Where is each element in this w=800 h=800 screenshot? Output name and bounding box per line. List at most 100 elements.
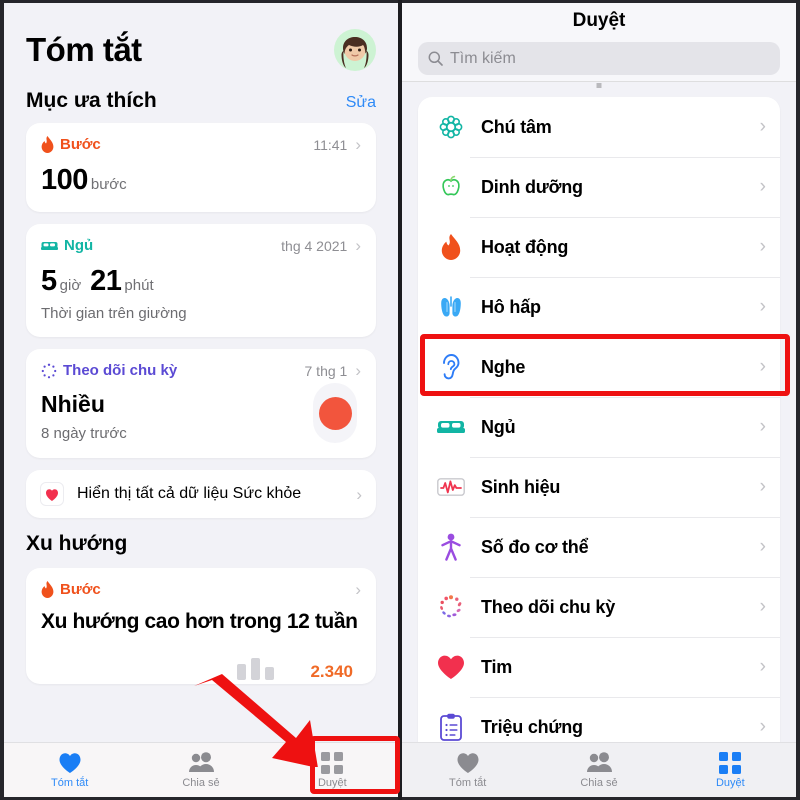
tab-summary[interactable]: Tóm tắt xyxy=(4,743,135,797)
list-item-label: Hoạt động xyxy=(481,236,569,257)
page-title: Tóm tắt xyxy=(26,31,142,68)
browse-category-list: Chú tâm › Dinh dưỡng › Hoạt động › Hô hấ… xyxy=(418,97,780,742)
list-item-activity[interactable]: Hoạt động › xyxy=(418,217,780,277)
browse-title: Duyệt xyxy=(572,10,626,31)
show-all-health-data-row[interactable]: Hiển thị tất cả dữ liệu Sức khỏe › xyxy=(26,470,376,518)
list-item-label: Hô hấp xyxy=(481,296,541,317)
avatar[interactable] xyxy=(334,29,376,71)
list-item-body-measurements[interactable]: Số đo cơ thể › xyxy=(418,517,780,577)
cycle-icon xyxy=(41,363,57,378)
list-item-sleep[interactable]: Ngủ › xyxy=(418,397,780,457)
sleep-minutes-unit: phút xyxy=(124,277,154,294)
show-all-health-data-label: Hiển thị tất cả dữ liệu Sức khỏe xyxy=(77,485,302,502)
steps-card[interactable]: Bước 11:41 › 100 bước xyxy=(26,123,376,212)
trend-card-header: Bước › xyxy=(41,581,361,598)
sleep-minutes-value: 21 xyxy=(90,265,122,297)
sleep-category: Ngủ xyxy=(41,237,93,254)
summary-scroll-area[interactable]: Tóm tắt Mục ưa thích Sửa Bước 11:41 › 10… xyxy=(4,3,398,742)
list-item-respiratory[interactable]: Hô hấp › xyxy=(418,277,780,337)
sleep-card-header: Ngủ thg 4 2021 › xyxy=(41,237,361,254)
apple-icon xyxy=(436,174,465,200)
people-icon xyxy=(586,751,612,772)
search-input[interactable]: Tìm kiếm xyxy=(418,42,780,75)
sleep-timestamp: thg 4 2021 xyxy=(281,237,348,254)
list-item-hearing[interactable]: Nghe › xyxy=(418,337,780,397)
bed-icon xyxy=(41,241,58,250)
heart-icon xyxy=(457,752,479,773)
sleep-metric: 5 giờ 21 phút xyxy=(41,265,361,298)
cycle-value: Nhiều xyxy=(41,390,105,417)
tab-sharing[interactable]: Chia sẻ xyxy=(533,743,664,797)
mindfulness-icon xyxy=(436,114,465,140)
list-item-symptoms[interactable]: Triệu chứng › xyxy=(418,697,780,742)
cycle-category-label: Theo dõi chu kỳ xyxy=(63,362,178,379)
sleep-hours-value: 5 xyxy=(41,265,57,297)
list-item-mindfulness[interactable]: Chú tâm › xyxy=(418,97,780,157)
grid-icon xyxy=(719,751,742,774)
grid-icon xyxy=(321,751,344,774)
trend-category-label: Bước xyxy=(60,581,101,598)
list-item-label: Theo dõi chu kỳ xyxy=(481,596,616,617)
chevron-right-icon: › xyxy=(759,536,766,557)
chevron-right-icon: › xyxy=(355,580,361,599)
ear-icon xyxy=(436,353,465,381)
trends-section-header: Xu hướng xyxy=(4,518,398,566)
sleep-card[interactable]: Ngủ thg 4 2021 › 5 giờ 21 phút Thời gian… xyxy=(26,224,376,337)
search-placeholder: Tìm kiếm xyxy=(450,49,516,67)
list-item-vitals[interactable]: Sinh hiệu › xyxy=(418,457,780,517)
steps-value: 100 xyxy=(41,164,88,196)
cycle-text-group: Nhiều 8 ngày trước xyxy=(41,391,127,442)
sleep-card-meta: thg 4 2021 › xyxy=(281,237,361,254)
steps-category: Bước xyxy=(41,136,101,153)
edit-favorites-button[interactable]: Sửa xyxy=(346,94,376,112)
steps-trend-card[interactable]: Bước › Xu hướng cao hơn trong 12 tuần 2.… xyxy=(26,568,376,684)
favorites-section-header: Mục ưa thích Sửa xyxy=(4,75,398,123)
scroll-peek-indicator xyxy=(402,83,796,97)
list-item-label: Sinh hiệu xyxy=(481,476,561,497)
cycle-category: Theo dõi chu kỳ xyxy=(41,362,177,379)
steps-category-label: Bước xyxy=(60,136,101,153)
tab-summary-label: Tóm tắt xyxy=(449,776,487,789)
list-item-heart[interactable]: Tim › xyxy=(418,637,780,697)
sleep-hours-unit: giờ xyxy=(59,277,82,294)
cycle-card-body: Nhiều 8 ngày trước xyxy=(41,383,361,443)
list-item-cycle-tracking[interactable]: Theo dõi chu kỳ › xyxy=(418,577,780,637)
annotation-arrow xyxy=(194,674,318,767)
chevron-right-icon: › xyxy=(355,236,361,255)
list-item-nutrition[interactable]: Dinh dưỡng › xyxy=(418,157,780,217)
tab-browse-label: Duyệt xyxy=(317,776,347,789)
favorites-title: Mục ưa thích xyxy=(26,89,157,112)
chevron-right-icon: › xyxy=(759,416,766,437)
vitals-icon xyxy=(436,476,465,498)
summary-header: Tóm tắt xyxy=(4,3,398,75)
list-item-label: Ngủ xyxy=(481,416,516,437)
cycle-tracking-card[interactable]: Theo dõi chu kỳ 7 thg 1 › Nhiều 8 ngày t… xyxy=(26,349,376,458)
clipboard-icon xyxy=(436,713,465,741)
steps-card-meta: 11:41 › xyxy=(313,136,361,153)
right-tab-bar: Tóm tắt Chia sẻ Duyệt xyxy=(402,742,796,797)
cycle-timestamp: 7 thg 1 xyxy=(304,362,348,379)
cycle-icon xyxy=(436,594,465,620)
bed-icon xyxy=(436,417,465,437)
tab-browse[interactable]: Duyệt xyxy=(665,743,796,797)
chevron-right-icon: › xyxy=(759,716,766,737)
lungs-icon xyxy=(436,294,465,320)
chevron-right-icon: › xyxy=(759,116,766,137)
list-item-label: Triệu chứng xyxy=(481,716,583,737)
list-item-label: Chú tâm xyxy=(481,116,552,137)
sleep-subtitle: Thời gian trên giường xyxy=(41,305,187,322)
chevron-right-icon: › xyxy=(759,176,766,197)
browse-scroll-area[interactable]: Chú tâm › Dinh dưỡng › Hoạt động › Hô hấ… xyxy=(402,83,796,742)
cycle-card-meta: 7 thg 1 › xyxy=(305,362,362,379)
chevron-right-icon: › xyxy=(759,476,766,497)
chevron-right-icon: › xyxy=(759,356,766,377)
trend-message: Xu hướng cao hơn trong 12 tuần xyxy=(41,610,358,633)
chevron-right-icon: › xyxy=(759,296,766,317)
browse-screen: Duyệt Tìm kiếm Chú tâm › Dinh dưỡng › Ho… xyxy=(402,0,800,800)
tab-summary-label: Tóm tắt xyxy=(51,776,89,789)
cycle-subtitle: 8 ngày trước xyxy=(41,424,127,442)
list-item-label: Số đo cơ thể xyxy=(481,536,589,557)
heart-icon xyxy=(59,752,81,773)
steps-timestamp: 11:41 xyxy=(313,136,348,153)
tab-summary[interactable]: Tóm tắt xyxy=(402,743,533,797)
